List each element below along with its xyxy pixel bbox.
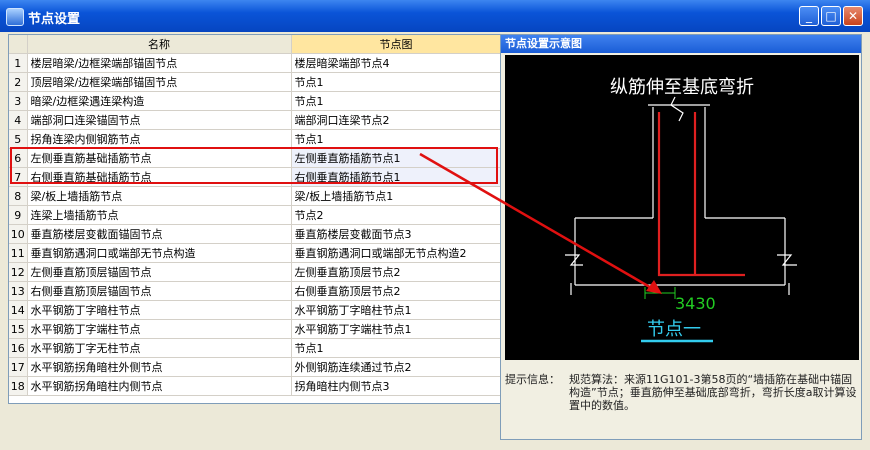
annotation-arrow — [419, 152, 662, 294]
